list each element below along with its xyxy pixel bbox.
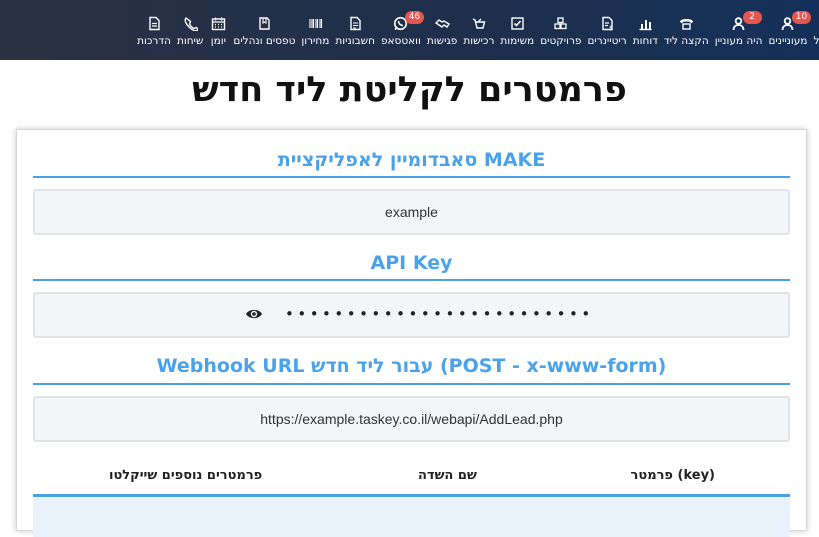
nav-items: טיפול מעוניינים 10 היה מעוניין 2 הקצה ליד דוחו…: [134, 0, 819, 60]
nav-item-training[interactable]: הדרכות: [134, 0, 174, 60]
params-table-header: פרמטר (key) שם השדה פרמטרים נוספים שייקל…: [33, 465, 790, 489]
nav-label: דוחות: [632, 35, 658, 47]
column-header-key: פרמטר (key): [630, 468, 715, 483]
eye-icon[interactable]: [245, 306, 263, 322]
nav-item-pricelist[interactable]: מחירון: [298, 0, 332, 60]
api-key-heading: API Key: [370, 252, 453, 274]
subdomain-value: example: [385, 204, 438, 220]
phone-call-icon: [181, 14, 199, 32]
nav-item-retainers[interactable]: $ ריטיינרים: [584, 0, 629, 60]
nav-label: טיפול: [813, 35, 819, 47]
nav-item-reports[interactable]: דוחות: [630, 0, 661, 60]
calendar-icon: [209, 14, 227, 32]
column-header-field-name: שם השדה: [418, 468, 477, 483]
top-navigation-bar: טיפול מעוניינים 10 היה מעוניין 2 הקצה ליד דוחו…: [0, 0, 819, 60]
nav-item-tasks[interactable]: משימות: [497, 0, 537, 60]
barcode-icon: [306, 14, 324, 32]
bar-chart-icon: [636, 14, 654, 32]
handshake-icon: [433, 14, 451, 32]
cubes-icon: [552, 14, 570, 32]
nav-label: מעוניינים: [768, 35, 808, 47]
nav-label: היה מעוניין: [714, 35, 763, 47]
nav-label: הדרכות: [137, 35, 171, 47]
nav-item-interested[interactable]: מעוניינים 10: [765, 0, 811, 60]
invoice-icon: $: [598, 14, 616, 32]
nav-label: רכישות: [463, 35, 495, 47]
api-key-divider: [33, 279, 790, 281]
nav-item-whatsapp[interactable]: וואטסאפ 46: [378, 0, 424, 60]
webhook-heading: Webhook URL עבור ליד חדש (POST - x-www-f…: [156, 355, 667, 377]
settings-card: סאבדומיין לאפליקציית MAKE example API Ke…: [16, 129, 807, 537]
notification-badge: 46: [404, 11, 424, 24]
nav-label: משימות: [500, 35, 535, 47]
nav-item-purchases[interactable]: רכישות: [460, 0, 497, 60]
nav-label: יומן: [210, 35, 226, 47]
webhook-url-value: https://example.taskey.co.il/webapi/AddL…: [260, 411, 563, 427]
nav-item-assign_lead[interactable]: הקצה ליד: [661, 0, 712, 60]
nav-label: חשבוניות: [335, 35, 375, 47]
nav-item-tips[interactable]: טפסים ונהלים: [230, 0, 298, 60]
column-header-extra-params: פרמטרים נוספים שייקלטו: [109, 468, 263, 483]
nav-item-projects[interactable]: פרויקטים: [537, 0, 584, 60]
nav-item-was_interested[interactable]: היה מעוניין 2: [712, 0, 766, 60]
nav-label: וואטסאפ: [380, 35, 421, 47]
file-icon: [145, 14, 163, 32]
api-key-field[interactable]: •••••••••••••••••••••••••: [33, 292, 790, 338]
nav-label: הקצה ליד: [663, 35, 709, 47]
notification-badge: 10: [791, 11, 811, 24]
nav-label: מחירון: [301, 35, 330, 47]
nav-label: פרויקטים: [540, 35, 582, 47]
subdomain-divider: [33, 176, 790, 178]
phone-icon: [677, 14, 695, 32]
svg-text:$: $: [609, 25, 613, 31]
nav-item-meetings[interactable]: פגישות: [424, 0, 460, 60]
nav-label: שיחות: [176, 35, 204, 47]
nav-item-invoices[interactable]: חשבוניות: [332, 0, 378, 60]
nav-label: ריטיינרים: [587, 35, 627, 47]
subdomain-heading: סאבדומיין לאפליקציית MAKE: [277, 149, 546, 171]
api-key-value: •••••••••••••••••••••••••: [285, 305, 594, 323]
page-title: פרמטרים לקליטת ליד חדש: [192, 70, 627, 110]
nav-item-calendar[interactable]: יומן: [206, 0, 230, 60]
nav-item-calls[interactable]: שיחות: [174, 0, 206, 60]
forms-icon: [255, 14, 273, 32]
nav-label: פגישות: [426, 35, 458, 47]
check-square-icon: [508, 14, 526, 32]
webhook-divider: [33, 383, 790, 385]
webhook-url-field[interactable]: https://example.taskey.co.il/webapi/AddL…: [33, 396, 790, 442]
document-icon: [346, 14, 364, 32]
nav-item-treatment[interactable]: טיפול: [810, 0, 819, 60]
subdomain-field[interactable]: example: [33, 189, 790, 235]
nav-label: טפסים ונהלים: [233, 35, 296, 47]
cart-icon: [470, 14, 488, 32]
table-row: [33, 497, 790, 537]
notification-badge: 2: [742, 11, 762, 24]
